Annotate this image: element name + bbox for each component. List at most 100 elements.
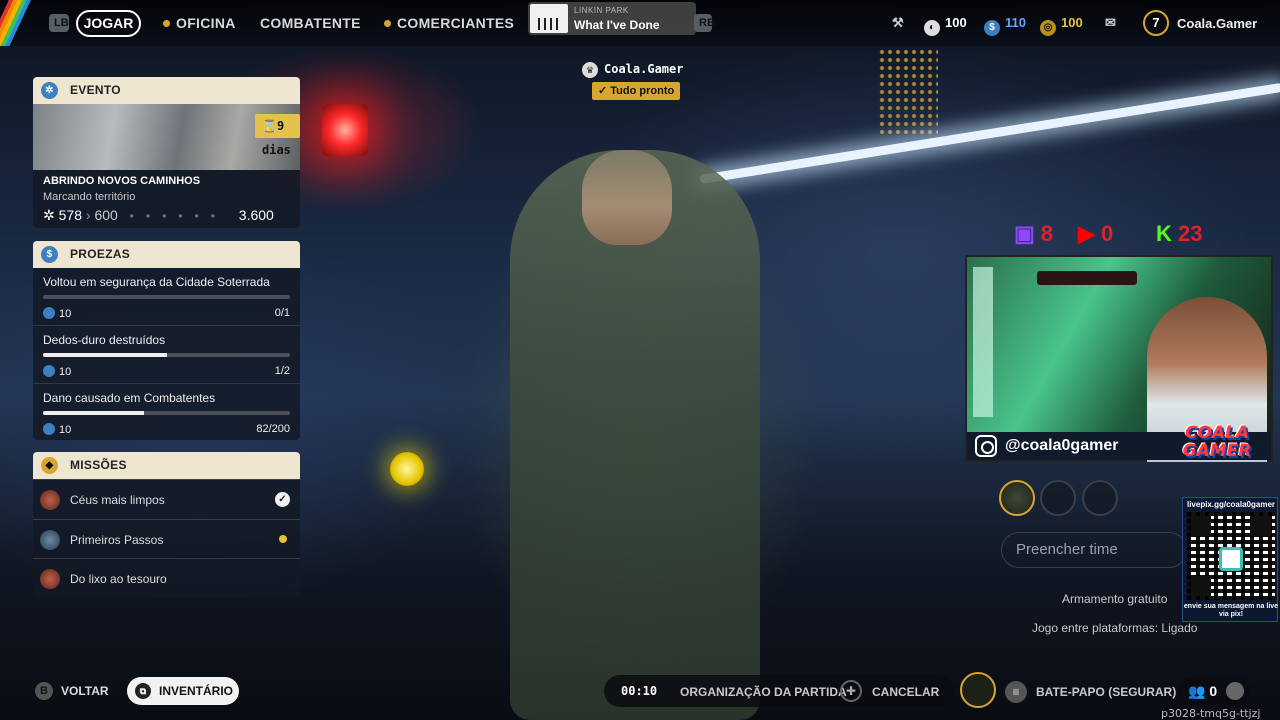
now-playing-artist: LINKIN PARK <box>574 6 629 15</box>
tab-oficina[interactable]: OFICINA <box>163 15 236 31</box>
mission-avatar-icon <box>40 490 60 510</box>
menu-button-icon: ≡ <box>1005 681 1027 703</box>
squad-slot-empty[interactable] <box>1040 480 1076 516</box>
raider-token-icon: ◐ <box>924 20 940 36</box>
currency-raider-tokens: ◐ 100 <box>924 15 967 36</box>
pix-url: livepix.gg/coala0gamer <box>1186 500 1276 509</box>
ready-status-text: Tudo pronto <box>610 85 675 97</box>
back-button[interactable]: VOLTAR <box>61 684 109 698</box>
divider <box>33 383 300 384</box>
album-art <box>530 4 568 33</box>
coala-gamer-logo: COALA GAMER <box>1176 424 1258 484</box>
coin-icon: $ <box>41 246 58 263</box>
character-head <box>582 150 672 245</box>
matchmaking-label: ORGANIZAÇÃO DA PARTIDA <box>680 685 847 699</box>
feat-count: 0/1 <box>274 307 290 319</box>
event-panel[interactable]: ✲ EVENTO ⌛9 dias ABRINDO NOVOS CAMINHOS … <box>33 77 300 228</box>
logo-bottom-text: GAMER <box>1182 441 1252 461</box>
feat-progress-bar <box>43 353 290 357</box>
mail-icon[interactable]: ✉ <box>1105 15 1116 31</box>
menu-icon[interactable] <box>1226 682 1244 700</box>
qr-logo-icon <box>1219 547 1243 571</box>
hammer-icon[interactable]: ⚒ <box>892 15 904 31</box>
view-button-icon: ⧉ <box>135 683 151 699</box>
cancel-button[interactable]: CANCELAR <box>872 685 939 699</box>
top-bar: LB JOGAR OFICINA COMBATENTE COMERCIANTES… <box>0 0 1280 46</box>
mission-item[interactable]: Primeiros Passos <box>33 519 300 558</box>
webcam-wall-item <box>1037 271 1137 285</box>
now-playing-track: What I've Done <box>574 18 660 32</box>
mission-item[interactable]: Céus mais limpos ✓ <box>33 479 300 518</box>
kick-count: 23 <box>1178 221 1203 246</box>
squad-slot-empty[interactable] <box>1082 480 1118 516</box>
mission-item[interactable]: Do lixo ao tesouro <box>33 558 300 597</box>
feat-progress-bar <box>43 411 290 415</box>
feat-progress-bar <box>43 295 290 299</box>
twitch-icon: ▣ <box>1014 221 1035 246</box>
diamond-icon: ◆ <box>41 457 58 474</box>
progress-dots: •••••• <box>129 209 227 223</box>
player-badge-icon[interactable] <box>960 672 996 708</box>
party-button[interactable]: 👥 0 <box>1178 677 1250 705</box>
coin-icon <box>43 365 55 377</box>
divider <box>33 325 300 326</box>
tab-label: OFICINA <box>176 15 236 31</box>
missions-header-label: MISSÕES <box>70 458 127 472</box>
lb-button[interactable]: LB <box>49 14 69 32</box>
twitch-counter: ▣ 8 <box>1014 221 1053 247</box>
matchmaking-timer: 00:10 <box>621 684 658 698</box>
feat-item[interactable]: Voltou em segurança da Cidade Soterrada … <box>43 275 290 321</box>
feat-progress-fill <box>43 353 167 357</box>
youtube-count: 0 <box>1101 221 1114 246</box>
feat-item[interactable]: Dedos-duro destruídos 10 1/2 <box>43 333 290 379</box>
pix-qr-widget: livepix.gg/coala0gamer envie sua mensage… <box>1182 497 1278 622</box>
event-header-label: EVENTO <box>70 83 121 97</box>
feats-panel[interactable]: $ PROEZAS Voltou em segurança da Cidade … <box>33 241 300 440</box>
missions-panel[interactable]: ◆ MISSÕES Céus mais limpos ✓ Primeiros P… <box>33 452 300 597</box>
gear-icon: ✲ <box>43 207 55 223</box>
username[interactable]: Coala.Gamer <box>1177 16 1257 31</box>
twitch-count: 8 <box>1040 221 1054 246</box>
crossplay-label[interactable]: Jogo entre plataformas: Ligado <box>1032 621 1197 635</box>
coin-icon <box>43 423 55 435</box>
b-button-icon: B <box>35 682 53 700</box>
rb-button[interactable]: RB <box>694 14 715 32</box>
free-loadout-label[interactable]: Armamento gratuito <box>1062 592 1167 606</box>
event-header: ✲ EVENTO <box>33 77 300 104</box>
kick-counter: K 23 <box>1156 221 1203 247</box>
mission-avatar-icon <box>40 569 60 589</box>
feat-reward: 10 <box>59 366 72 378</box>
notification-dot-icon <box>163 20 170 27</box>
tab-comerciantes[interactable]: COMERCIANTES <box>384 15 514 31</box>
feat-progress-fill <box>43 411 145 415</box>
crown-icon: ♛ <box>582 62 598 78</box>
inventory-label: INVENTÁRIO <box>159 684 234 698</box>
squad-slot-self[interactable] <box>999 480 1035 516</box>
webcam-monitor <box>973 267 993 417</box>
player-level-badge[interactable]: 7 <box>1143 10 1169 36</box>
event-progress-current: 578 <box>58 207 82 223</box>
kick-icon: K <box>1156 221 1172 246</box>
now-playing-widget: LINKIN PARK What I've Done <box>528 2 696 35</box>
fill-team-toggle[interactable]: Preencher time <box>1001 532 1187 568</box>
logo-top-text: COALA <box>1184 423 1250 443</box>
check-icon: ✓ <box>275 492 290 507</box>
player-name: Coala.Gamer <box>604 62 684 76</box>
instagram-icon <box>975 435 997 457</box>
dpad-icon: ✚ <box>840 680 862 702</box>
tab-jogar[interactable]: JOGAR <box>76 10 141 37</box>
people-icon: 👥 <box>1188 683 1206 699</box>
event-progress-next: 600 <box>94 207 118 223</box>
missions-header: ◆ MISSÕES <box>33 452 300 479</box>
chat-button[interactable]: BATE-PAPO (SEGURAR) <box>1036 685 1176 699</box>
pix-message: envie sua mensagem na live via pix! <box>1183 603 1279 618</box>
gear-icon: ✲ <box>41 82 58 99</box>
currency-blue-coins: $110 <box>984 15 1026 36</box>
neon-tube <box>699 82 1280 184</box>
feat-reward: 10 <box>59 308 72 320</box>
feat-item[interactable]: Dano causado em Combatentes 10 82/200 <box>43 391 290 437</box>
yellow-light <box>390 452 424 486</box>
inventory-button[interactable]: ⧉ INVENTÁRIO <box>127 677 239 705</box>
tab-combatente[interactable]: COMBATENTE <box>260 15 361 31</box>
currency-value: 100 <box>1061 15 1083 30</box>
